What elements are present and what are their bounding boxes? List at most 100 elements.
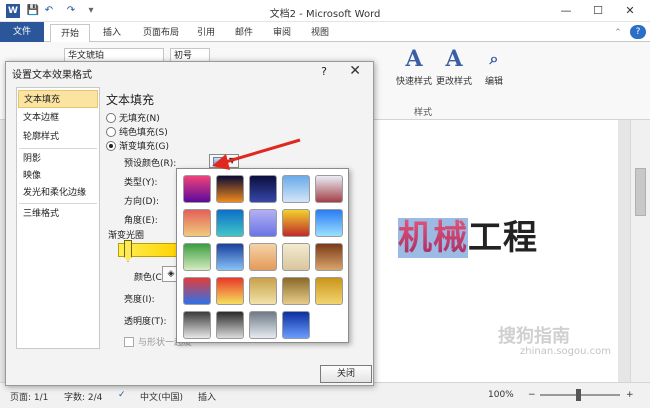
document-text[interactable]: 机械工程 xyxy=(398,210,538,259)
nav-glow-soft-edges[interactable]: 发光和柔化边缘 xyxy=(18,184,98,202)
type-label: 类型(Y): xyxy=(124,178,158,188)
nav-shadow[interactable]: 阴影 xyxy=(18,150,98,168)
page-count[interactable]: 页面: 1/1 xyxy=(10,390,48,403)
dialog-close-button[interactable]: 关闭 xyxy=(320,365,372,383)
preset-colors-label: 预设颜色(R): xyxy=(124,159,177,169)
gradient-fill-radio[interactable]: 渐变填充(G) xyxy=(106,139,169,152)
gradient-preset-swatch[interactable] xyxy=(315,243,343,271)
zoom-in-icon[interactable]: + xyxy=(626,390,634,400)
preset-colors-dropdown[interactable]: ▼ xyxy=(209,154,239,168)
tab-mailings[interactable]: 邮件 xyxy=(228,24,260,42)
brightness-label: 亮度(I): xyxy=(124,295,155,305)
transparency-label: 透明度(T): xyxy=(124,317,167,327)
gradient-preset-swatch[interactable] xyxy=(216,277,244,305)
dialog-close-icon[interactable]: ✕ xyxy=(349,63,361,79)
maximize-button[interactable]: ☐ xyxy=(582,0,614,22)
dialog-title: 设置文本效果格式 xyxy=(12,70,92,81)
nav-text-outline[interactable]: 文本边框 xyxy=(18,109,98,127)
nav-divider xyxy=(19,148,97,149)
unselected-text: 工程 xyxy=(468,218,538,258)
solid-fill-label: 纯色填充(S) xyxy=(119,128,168,138)
gradient-preset-swatch[interactable] xyxy=(249,311,277,339)
gradient-preset-swatch[interactable] xyxy=(183,243,211,271)
gradient-preset-swatch[interactable] xyxy=(216,175,244,203)
gradient-preset-swatch[interactable] xyxy=(183,175,211,203)
title-bar: W 💾 ↶ ↷ ▾ 文档2 - Microsoft Word — ☐ ✕ xyxy=(0,0,650,22)
language[interactable]: 中文(中国) xyxy=(140,390,183,403)
nav-3d-format[interactable]: 三维格式 xyxy=(18,205,98,223)
nav-reflection[interactable]: 映像 xyxy=(18,167,98,185)
zoom-out-icon[interactable]: − xyxy=(528,390,536,400)
tab-file[interactable]: 文件 xyxy=(0,22,44,42)
gradient-preset-swatch[interactable] xyxy=(216,209,244,237)
checkbox-box xyxy=(124,337,134,347)
quick-styles-icon: A xyxy=(405,46,423,72)
gradient-stops-label: 渐变光圈 xyxy=(108,231,145,241)
gradient-preset-swatch[interactable] xyxy=(315,209,343,237)
nav-text-fill[interactable]: 文本填充 xyxy=(18,90,98,108)
paint-bucket-icon: ◈ xyxy=(167,269,175,279)
preset-gradient-gallery xyxy=(176,168,349,343)
section-title: 文本填充 xyxy=(106,93,155,107)
ribbon-tabs: 文件 开始 插入 页面布局 引用 邮件 审阅 视图 ⌃ ? xyxy=(0,22,650,43)
tab-page-layout[interactable]: 页面布局 xyxy=(136,24,186,42)
edit-label: 编辑 xyxy=(484,77,503,87)
no-fill-label: 无填充(N) xyxy=(119,114,160,124)
zoom-slider-thumb[interactable] xyxy=(576,389,581,401)
gradient-preset-swatch[interactable] xyxy=(282,243,310,271)
minimize-button[interactable]: — xyxy=(550,0,582,22)
dialog-help-button[interactable]: ? xyxy=(321,65,327,78)
gradient-preset-swatch[interactable] xyxy=(282,209,310,237)
color-label: 颜色(C) xyxy=(134,273,166,283)
close-window-button[interactable]: ✕ xyxy=(614,0,646,22)
no-fill-radio[interactable]: 无填充(N) xyxy=(106,111,160,124)
solid-fill-radio[interactable]: 纯色填充(S) xyxy=(106,125,168,138)
radio-circle xyxy=(106,127,116,137)
insert-mode[interactable]: 插入 xyxy=(198,390,216,403)
zoom-level[interactable]: 100% xyxy=(488,390,514,400)
gradient-preset-swatch[interactable] xyxy=(249,277,277,305)
proofing-icon[interactable]: ✓ xyxy=(118,390,126,400)
nav-divider xyxy=(19,203,97,204)
watermark-text: 搜狗指南 xyxy=(498,326,570,347)
nav-outline-style[interactable]: 轮廓样式 xyxy=(18,128,98,146)
selected-text: 机械 xyxy=(398,218,468,258)
watermark-url: zhinan.sogou.com xyxy=(520,346,612,357)
edit-button[interactable]: ⌕ 编辑 xyxy=(478,46,510,87)
tab-home[interactable]: 开始 xyxy=(50,24,90,43)
dialog-nav: 文本填充 文本边框 轮廓样式 阴影 映像 发光和柔化边缘 三维格式 xyxy=(16,87,100,349)
preset-swatch xyxy=(213,157,225,166)
gradient-preset-swatch[interactable] xyxy=(216,243,244,271)
styles-group-label: 样式 xyxy=(414,108,433,118)
gradient-preset-swatch[interactable] xyxy=(183,277,211,305)
angle-label: 角度(E): xyxy=(124,216,158,226)
gradient-preset-swatch[interactable] xyxy=(282,277,310,305)
scroll-thumb[interactable] xyxy=(635,168,646,216)
gradient-preset-swatch[interactable] xyxy=(315,175,343,203)
quick-styles-button[interactable]: A 快速样式 xyxy=(392,46,436,87)
binoculars-icon: ⌕ xyxy=(489,49,499,68)
tab-review[interactable]: 审阅 xyxy=(266,24,298,42)
gradient-preset-swatch[interactable] xyxy=(216,311,244,339)
tab-insert[interactable]: 插入 xyxy=(94,24,130,42)
ribbon-collapse-icon[interactable]: ⌃ xyxy=(610,24,626,42)
tab-references[interactable]: 引用 xyxy=(190,24,222,42)
gradient-preset-swatch[interactable] xyxy=(282,175,310,203)
quick-styles-label: 快速样式 xyxy=(395,77,432,87)
tab-view[interactable]: 视图 xyxy=(304,24,336,42)
help-icon[interactable]: ? xyxy=(630,25,646,39)
gradient-preset-swatch[interactable] xyxy=(282,311,310,339)
radio-circle-selected xyxy=(106,141,116,151)
gradient-preset-swatch[interactable] xyxy=(315,277,343,305)
gradient-fill-label: 渐变填充(G) xyxy=(119,142,169,152)
gradient-preset-swatch[interactable] xyxy=(249,209,277,237)
vertical-scrollbar[interactable] xyxy=(630,120,650,382)
change-styles-icon: A xyxy=(445,46,463,72)
gradient-preset-swatch[interactable] xyxy=(249,243,277,271)
direction-label: 方向(D): xyxy=(124,197,159,207)
gradient-preset-swatch[interactable] xyxy=(183,311,211,339)
gradient-preset-swatch[interactable] xyxy=(249,175,277,203)
gradient-preset-swatch[interactable] xyxy=(183,209,211,237)
change-styles-button[interactable]: A 更改样式 xyxy=(432,46,476,87)
word-count[interactable]: 字数: 2/4 xyxy=(64,390,102,403)
